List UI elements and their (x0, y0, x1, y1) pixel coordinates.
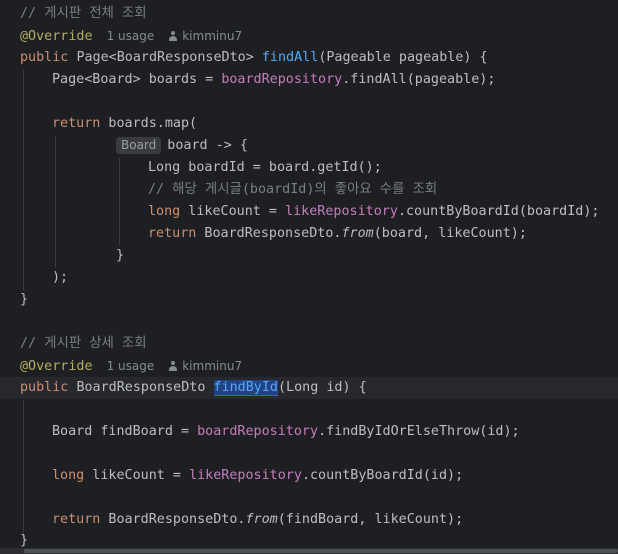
annotation-line: @Override 1 usage kimminu7 (0, 355, 618, 377)
code-line: long likeCount = likeRepository.countByB… (148, 204, 600, 219)
parameter-type-hint: Board (116, 137, 162, 154)
method-signature: public Page<BoardResponseDto> findAll(Pa… (20, 50, 488, 65)
code-line: } (20, 292, 29, 307)
code-line: Page<Board> boards = boardRepository.fin… (52, 72, 496, 87)
code-editor[interactable]: // 게시판 전체 조회 @Override 1 usage kimminu7 pu… (0, 0, 618, 554)
code-line: ); (52, 270, 69, 285)
usages-link[interactable]: 1 usage (107, 359, 155, 373)
code-line: return BoardResponseDto.from(findBoard, … (52, 512, 464, 527)
code-comment: // 게시판 전체 조회 (20, 6, 147, 21)
person-icon (168, 31, 178, 41)
code-line: Board board -> { (0, 135, 618, 157)
code-line: } (116, 248, 125, 263)
scrollbar-thumb[interactable] (24, 549, 618, 553)
override-annotation: @Override (20, 359, 93, 374)
code-line: Board findBoard = boardRepository.findBy… (52, 424, 520, 439)
code-line: long likeCount = likeRepository.countByB… (52, 468, 464, 483)
author-hint[interactable]: kimminu7 (168, 29, 242, 43)
code-comment: // 게시판 상세 조회 (20, 336, 147, 351)
method-name-findById[interactable]: findById (213, 380, 278, 396)
annotation-line: @Override 1 usage kimminu7 (0, 25, 618, 47)
person-icon (168, 361, 178, 371)
horizontal-scrollbar[interactable] (0, 548, 618, 554)
code-line: return BoardResponseDto.from(board, like… (148, 226, 527, 241)
code-comment: // 해당 게시글(boardId)의 좋아요 수를 조회 (148, 182, 438, 197)
code-line: Long boardId = board.getId(); (148, 160, 382, 175)
method-name-findAll[interactable]: findAll (262, 50, 318, 65)
usages-link[interactable]: 1 usage (107, 29, 155, 43)
author-hint[interactable]: kimminu7 (168, 359, 242, 373)
method-signature: public BoardResponseDto findById(Long id… (0, 377, 618, 399)
override-annotation: @Override (20, 29, 93, 44)
code-line: return boards.map( (52, 116, 198, 131)
